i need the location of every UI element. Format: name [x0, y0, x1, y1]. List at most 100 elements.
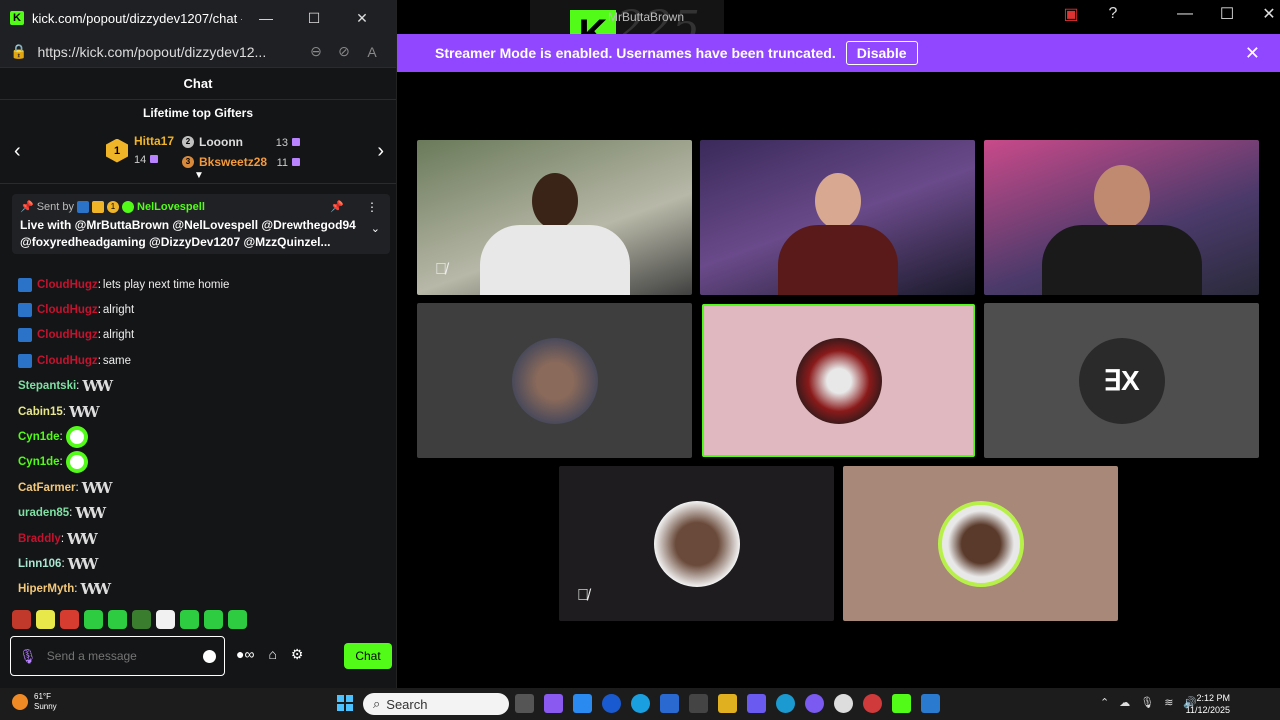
wifi-icon[interactable]: ≋: [1164, 696, 1173, 709]
collapse-icon[interactable]: ▼: [194, 170, 204, 181]
zoom-icon[interactable]: ⊖: [302, 43, 330, 60]
copilot-icon[interactable]: [544, 694, 563, 713]
disable-button[interactable]: Disable: [845, 41, 918, 65]
chevron-up-icon[interactable]: ⌃: [1100, 696, 1109, 709]
maximize-icon[interactable]: ☐: [1216, 4, 1238, 24]
w-emote-icon[interactable]: WW: [82, 377, 113, 395]
copilot-app-icon[interactable]: [573, 694, 592, 713]
participant-tile-5-active[interactable]: [702, 304, 975, 457]
send-chat-button[interactable]: Chat: [344, 643, 392, 669]
taskbar-clock[interactable]: 2:12 PM 11/12/2025: [1186, 692, 1230, 716]
chat-username[interactable]: CloudHugz: [37, 279, 98, 291]
chat-username[interactable]: Cyn1de: [18, 456, 60, 468]
url-text[interactable]: https://kick.com/popout/dizzydev12...: [37, 44, 302, 60]
maximize-icon[interactable]: ☐: [290, 10, 338, 27]
chat-username[interactable]: Braddly: [18, 533, 61, 545]
chat-username[interactable]: HiperMyth: [18, 583, 74, 595]
start-windows-icon[interactable]: [337, 695, 353, 711]
cloud-icon[interactable]: ☁: [1119, 696, 1130, 709]
tracking-prevention-icon[interactable]: ⊘: [330, 43, 358, 60]
file-explorer-icon[interactable]: [718, 694, 737, 713]
participant-tile-8[interactable]: [843, 466, 1118, 621]
emote-8-icon[interactable]: [180, 610, 199, 629]
chat-username[interactable]: Cabin15: [18, 406, 63, 418]
emote-5-icon[interactable]: [108, 610, 127, 629]
face-emote-icon[interactable]: [65, 426, 88, 449]
remote-icon[interactable]: [921, 694, 940, 713]
chevron-right-icon[interactable]: ›: [377, 140, 384, 163]
participant-tile-7[interactable]: 🎙̸: [559, 466, 834, 621]
close-icon[interactable]: ✕: [1258, 4, 1280, 24]
emote-2-icon[interactable]: [36, 610, 55, 629]
pin-icon[interactable]: 📌: [330, 200, 344, 213]
address-bar[interactable]: 🔒 https://kick.com/popout/dizzydev12... …: [0, 36, 396, 68]
pinned-message[interactable]: 📌 Sent by 1 NelLovespell Live with @MrBu…: [12, 194, 390, 254]
gifter-name: Looonn: [199, 135, 243, 149]
edge-icon[interactable]: [776, 694, 795, 713]
chat-username[interactable]: Cyn1de: [18, 431, 60, 443]
more-options-icon[interactable]: ⋮: [366, 200, 378, 214]
emote-1-icon[interactable]: [12, 610, 31, 629]
weather-widget[interactable]: 61°F Sunny: [12, 692, 57, 712]
pinned-sender[interactable]: NelLovespell: [137, 201, 205, 213]
w-emote-icon[interactable]: WW: [68, 555, 99, 573]
teams-icon[interactable]: [747, 694, 766, 713]
taskbar-search[interactable]: ⌕ Search: [363, 693, 509, 715]
emote-9-icon[interactable]: [204, 610, 223, 629]
emote-4-icon[interactable]: [84, 610, 103, 629]
chevron-down-icon[interactable]: ⌄: [371, 222, 380, 235]
w-emote-icon[interactable]: WW: [69, 403, 100, 421]
close-icon[interactable]: ✕: [338, 10, 386, 27]
chat-username[interactable]: Linn106: [18, 558, 61, 570]
sync-icon[interactable]: [631, 694, 650, 713]
emoji-icon[interactable]: [203, 649, 216, 663]
participant-tile-3[interactable]: [984, 140, 1259, 295]
chat-username[interactable]: uraden85: [18, 507, 69, 519]
maps-icon[interactable]: [863, 694, 882, 713]
read-aloud-icon[interactable]: A: [358, 44, 386, 60]
kick-app-icon[interactable]: [892, 694, 911, 713]
hp-icon[interactable]: [602, 694, 621, 713]
store-icon[interactable]: ⌂: [268, 646, 276, 663]
help-icon[interactable]: ?: [1102, 5, 1124, 23]
participant-tile-6[interactable]: ∃X: [984, 303, 1259, 458]
w-emote-icon[interactable]: WW: [80, 580, 111, 598]
gifter-first[interactable]: 1 Hitta17 14: [106, 132, 174, 169]
kick-points-icon[interactable]: ●∞: [236, 646, 254, 663]
gifter-third[interactable]: 3 Bksweetz28 11: [182, 152, 300, 172]
participant-tile-2[interactable]: [700, 140, 975, 295]
zoom-app-icon[interactable]: [660, 694, 679, 713]
minimize-icon[interactable]: —: [1174, 5, 1196, 23]
emote-6-icon[interactable]: [132, 610, 151, 629]
settings-app-icon[interactable]: [834, 694, 853, 713]
participant-tile-1[interactable]: 🎙̸: [417, 140, 692, 295]
colon: :: [97, 329, 101, 342]
task-view-icon[interactable]: [515, 694, 534, 713]
message-input[interactable]: [46, 649, 203, 663]
w-emote-icon[interactable]: WW: [75, 504, 106, 522]
w-emote-icon[interactable]: WW: [82, 479, 113, 497]
emote-7-icon[interactable]: [156, 610, 175, 629]
microphone-icon[interactable]: 🎙: [19, 648, 37, 665]
discord-icon[interactable]: [805, 694, 824, 713]
message-composer[interactable]: 🎙: [10, 636, 225, 676]
store-app-icon[interactable]: [689, 694, 708, 713]
chevron-left-icon[interactable]: ‹: [14, 140, 21, 163]
chat-username[interactable]: Stepantski: [18, 380, 76, 392]
close-banner-icon[interactable]: ✕: [1245, 43, 1260, 64]
chat-username[interactable]: CloudHugz: [37, 304, 98, 316]
face-emote-icon[interactable]: [65, 451, 88, 474]
gifter-second[interactable]: 2 Looonn 13: [182, 132, 300, 152]
emote-10-icon[interactable]: [228, 610, 247, 629]
chat-username[interactable]: CloudHugz: [37, 329, 98, 341]
screen-share-icon[interactable]: ▣: [1060, 4, 1082, 24]
participant-tile-4[interactable]: [417, 303, 692, 458]
chat-username[interactable]: CloudHugz: [37, 355, 98, 367]
settings-gear-icon[interactable]: ⚙: [291, 646, 304, 663]
minimize-icon[interactable]: —: [242, 10, 290, 26]
chat-username[interactable]: CatFarmer: [18, 482, 76, 494]
w-emote-icon[interactable]: WW: [67, 530, 98, 548]
lock-icon: 🔒: [10, 43, 28, 59]
emote-3-icon[interactable]: [60, 610, 79, 629]
mic-tray-icon[interactable]: 🎙: [1140, 696, 1154, 709]
